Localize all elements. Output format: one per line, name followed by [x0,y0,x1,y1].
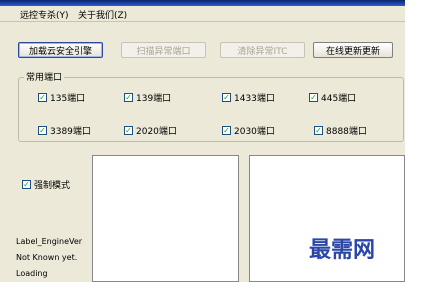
scan-ports-button[interactable]: 扫描异常端口 [121,42,206,58]
port-445-checkbox[interactable]: ✓ 445端口 [309,91,356,104]
menu-about[interactable]: 关于我们(Z) [78,8,127,21]
check-icon: ✓ [124,92,133,102]
load-engine-button[interactable]: 加载云安全引擎 [18,42,103,58]
menu-remote-kill[interactable]: 远控专杀(Y) [20,8,69,21]
watermark-text: 最需网 [309,237,376,263]
known-status-label: Not Known yet. [16,253,78,262]
check-icon: ✓ [309,92,318,102]
port-139-checkbox[interactable]: ✓ 139端口 [124,91,171,104]
check-icon: ✓ [22,179,31,189]
port-135-checkbox[interactable]: ✓ 135端口 [38,91,85,104]
loading-label: Loading [16,269,48,278]
force-mode-checkbox[interactable]: ✓ 强制模式 [22,178,70,191]
port-label: 445端口 [321,94,357,104]
check-icon: ✓ [222,92,231,102]
check-icon: ✓ [124,125,133,135]
port-8888-checkbox[interactable]: ✓ 8888端口 [314,124,367,137]
ports-group-label: 常用端口 [24,70,65,83]
online-update-button[interactable]: 在线更新更新 [313,42,393,58]
port-2020-checkbox[interactable]: ✓ 2020端口 [124,124,177,137]
check-icon: ✓ [38,125,47,135]
menu-bar: 远控专杀(Y) 关于我们(Z) [0,6,405,22]
check-icon: ✓ [314,125,323,135]
port-3389-checkbox[interactable]: ✓ 3389端口 [38,124,91,137]
port-label: 1433端口 [234,94,275,104]
port-label: 2020端口 [136,127,177,137]
port-label: 135端口 [50,94,86,104]
left-output-panel[interactable] [92,155,239,282]
check-icon: ✓ [222,125,231,135]
port-2030-checkbox[interactable]: ✓ 2030端口 [222,124,275,137]
port-1433-checkbox[interactable]: ✓ 1433端口 [222,91,275,104]
port-label: 139端口 [136,94,172,104]
port-label: 8888端口 [326,127,367,137]
force-mode-label: 强制模式 [34,181,71,191]
engine-version-label: Label_EngineVer [16,237,83,246]
port-label: 3389端口 [50,127,91,137]
check-icon: ✓ [38,92,47,102]
clear-itc-button[interactable]: 清除异常ITC [220,42,305,58]
port-label: 2030端口 [234,127,275,137]
